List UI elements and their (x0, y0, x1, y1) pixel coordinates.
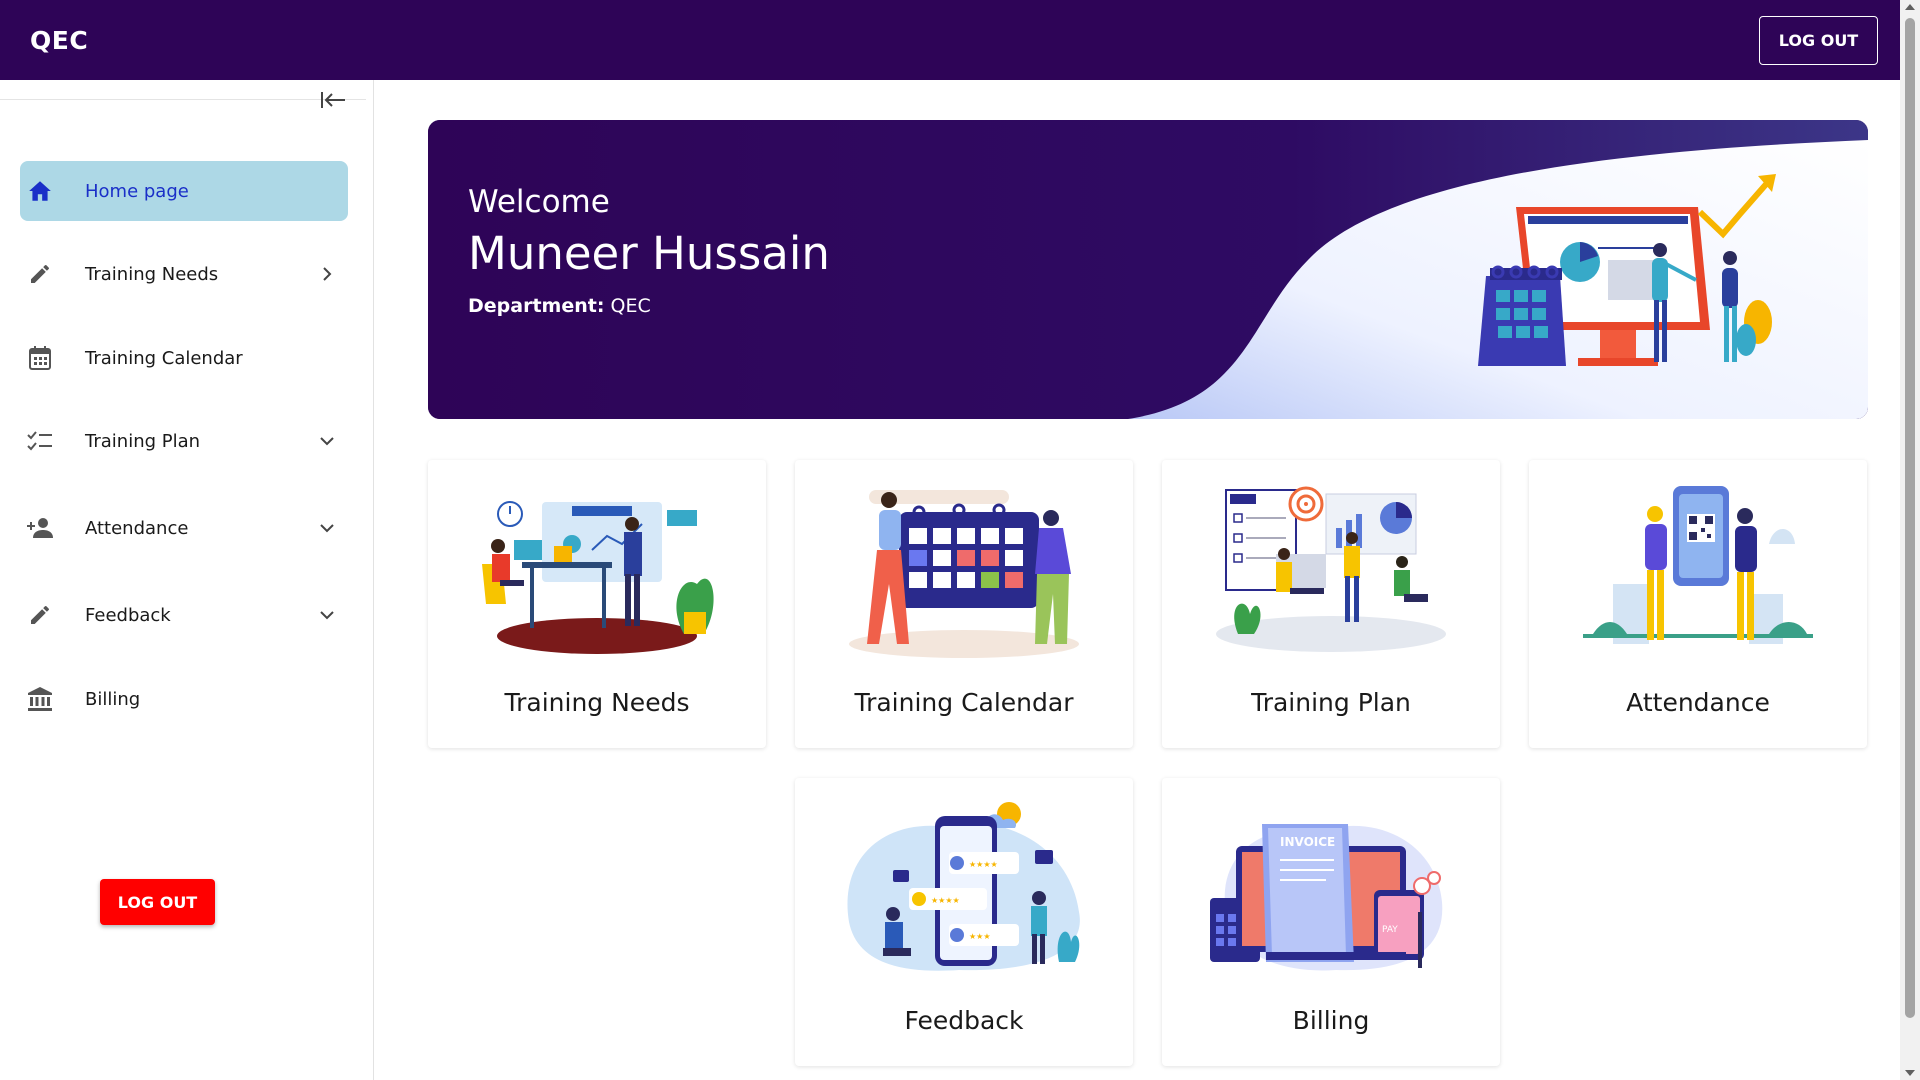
card-title: Training Needs (504, 688, 690, 717)
chevron-down-icon (312, 435, 342, 447)
card-attendance[interactable]: Attendance (1529, 460, 1867, 748)
sidebar-item-label: Training Calendar (85, 347, 243, 369)
welcome-text: Welcome (468, 184, 610, 220)
card-title: Billing (1292, 1006, 1370, 1035)
svg-text:★★★★: ★★★★ (969, 860, 998, 869)
department-info: Department: QEC (468, 295, 651, 317)
card-training-calendar[interactable]: Training Calendar (795, 460, 1133, 748)
card-title: Feedback (904, 1006, 1024, 1035)
sidebar-item-training-plan[interactable]: Training Plan (20, 411, 348, 471)
card-training-needs[interactable]: Training Needs (428, 460, 766, 748)
sidebar-divider (0, 99, 366, 100)
attendance-illustration (1583, 486, 1813, 644)
user-name: Muneer Hussain (468, 227, 830, 280)
bank-icon (20, 686, 60, 712)
sidebar-item-attendance[interactable]: Attendance (20, 498, 348, 558)
app-bar: QEC LOG OUT (0, 0, 1900, 80)
sidebar-item-billing[interactable]: Billing (20, 669, 348, 729)
card-title: Training Plan (1251, 688, 1411, 717)
training-needs-illustration (482, 501, 714, 654)
chevron-down-icon (312, 522, 342, 534)
card-feedback[interactable]: ★★★★ ★★★★ ★★★ Feedback (795, 778, 1133, 1066)
page-scrollbar[interactable] (1900, 0, 1920, 1080)
department-label: Department: (468, 295, 605, 317)
collapse-sidebar-button[interactable] (316, 88, 350, 112)
sidebar-item-label: Home page (85, 180, 189, 202)
sidebar-item-training-needs[interactable]: Training Needs (20, 244, 348, 304)
person-add-icon (20, 517, 60, 539)
scrollbar-thumb[interactable] (1905, 18, 1915, 1018)
chevron-right-icon (312, 267, 342, 281)
scroll-down-icon[interactable] (1905, 1070, 1915, 1076)
sidebar-item-label: Training Plan (85, 430, 201, 452)
svg-text:INVOICE: INVOICE (1280, 835, 1335, 849)
sidebar-item-label: Attendance (85, 517, 189, 539)
welcome-banner: Welcome Muneer Hussain Department: QEC (428, 120, 1868, 419)
billing-illustration: INVOICE PAY (1210, 824, 1443, 971)
feedback-illustration: ★★★★ ★★★★ ★★★ (847, 802, 1080, 971)
card-title: Training Calendar (854, 688, 1074, 717)
sidebar-item-home-page[interactable]: Home page (20, 161, 348, 221)
sidebar-item-training-calendar[interactable]: Training Calendar (20, 328, 348, 388)
sidebar-item-label: Billing (85, 688, 141, 710)
pencil-icon (20, 262, 60, 286)
chevron-down-icon (312, 609, 342, 621)
svg-text:PAY: PAY (1382, 925, 1398, 935)
training-calendar-illustration (849, 490, 1079, 658)
scroll-up-icon[interactable] (1905, 4, 1915, 10)
svg-text:★★★: ★★★ (969, 932, 991, 941)
collapse-left-icon (321, 92, 345, 108)
checklist-icon (20, 430, 60, 452)
sidebar-item-label: Training Needs (85, 263, 219, 285)
sidebar-item-label: Feedback (85, 604, 171, 626)
logout-button-top[interactable]: LOG OUT (1759, 15, 1878, 65)
department-value: QEC (610, 295, 651, 317)
calendar-icon (20, 345, 60, 371)
pencil-icon (20, 603, 60, 627)
home-icon (20, 179, 60, 203)
logout-button-sidebar[interactable]: LOG OUT (100, 879, 215, 925)
training-plan-illustration (1216, 486, 1446, 652)
card-billing[interactable]: INVOICE PAY Billing (1162, 778, 1500, 1066)
card-title: Attendance (1626, 688, 1770, 717)
sidebar-item-feedback[interactable]: Feedback (20, 585, 348, 645)
card-training-plan[interactable]: Training Plan (1162, 460, 1500, 748)
app-title: QEC (30, 25, 89, 55)
svg-text:★★★★: ★★★★ (931, 896, 960, 905)
sidebar: Home page Training Needs Training Calend… (0, 80, 374, 1080)
presentation-illustration (1478, 174, 1776, 366)
